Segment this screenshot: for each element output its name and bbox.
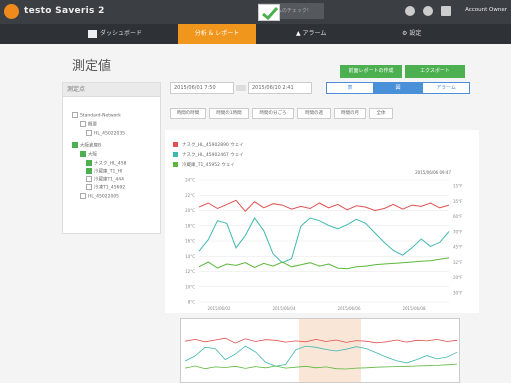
- y2-tick-label: 30°F: [453, 290, 463, 295]
- x-tick-label: 2015/06/02: [207, 306, 231, 311]
- tree-checkbox[interactable]: [72, 112, 78, 118]
- tree-item-label: 概要: [88, 122, 97, 128]
- tree-item-label: 大阪倉庫B: [80, 143, 102, 149]
- account-menu[interactable]: Account Owner: [465, 7, 507, 13]
- tree-checkbox[interactable]: [86, 176, 92, 182]
- tree-checkbox[interactable]: [86, 160, 92, 166]
- tree-checkbox[interactable]: [80, 193, 86, 199]
- tree-item[interactable]: 冷凍T1_45692: [86, 184, 125, 191]
- y-tick-label: 8°C: [188, 300, 196, 305]
- nav-settings-label: 設定: [409, 30, 422, 37]
- nav-alarms-label: アラーム: [302, 30, 327, 37]
- dashboard-icon: [88, 29, 97, 38]
- series-line[interactable]: [198, 199, 450, 212]
- nav-dashboard[interactable]: ダッシュボード: [88, 24, 158, 44]
- app-title: testo Saveris 2: [24, 6, 105, 16]
- tree-item[interactable]: 冷蔵庫T1_444: [86, 176, 124, 183]
- range-button[interactable]: 時間の1時間: [209, 108, 249, 119]
- mail-icon[interactable]: [441, 6, 451, 16]
- gear-icon: ⚙: [402, 30, 408, 37]
- tree-item-label: HL_45022035: [94, 131, 126, 137]
- tree-checkbox[interactable]: [72, 142, 78, 148]
- nav-dashboard-label: ダッシュボード: [100, 30, 143, 37]
- range-button[interactable]: 時間の月: [334, 108, 366, 119]
- tree-checkbox[interactable]: [80, 151, 86, 157]
- nav-reports-label: 分析 & レポート: [194, 30, 240, 37]
- navigator-selection[interactable]: [299, 319, 361, 383]
- tree-item[interactable]: 概要: [80, 121, 97, 128]
- main-nav: ダッシュボード 分析 & レポート ▲ アラーム ⚙ 設定: [0, 24, 511, 44]
- panel-title: 測定点: [63, 83, 160, 97]
- timestamp-label: 2015/06/06 09:47: [415, 170, 451, 175]
- testo-logo-icon: [4, 4, 19, 19]
- chart-area: ナスク_HL_45902890 ウェイ ナスク_HL_45902467 ウェイ …: [165, 130, 479, 313]
- settings-icon[interactable]: [405, 6, 415, 16]
- y-tick-label: 12°C: [185, 269, 195, 274]
- create-report-button[interactable]: 前面レポートの作成: [340, 65, 402, 78]
- chart-navigator[interactable]: [180, 318, 460, 383]
- y2-tick-label: 45°F: [453, 245, 463, 250]
- y2-tick-label: 32°F: [453, 260, 463, 265]
- navigator-chart: [184, 319, 458, 383]
- y2-tick-label: 15°F: [453, 184, 463, 189]
- tree-item[interactable]: HL_45022035: [86, 130, 125, 137]
- range-button[interactable]: 時間の分ごろ: [252, 108, 294, 119]
- tree-item-label: 冷蔵庫T1_444: [94, 177, 124, 183]
- tree-checkbox[interactable]: [80, 121, 86, 127]
- tree-checkbox[interactable]: [86, 184, 92, 190]
- tree-item-label: 冷凍T1_45692: [94, 185, 126, 191]
- nav-settings[interactable]: ⚙ 設定: [402, 24, 452, 44]
- y2-tick-label: 35°F: [453, 199, 463, 204]
- x-tick-label: 2015/06/04: [272, 306, 296, 311]
- series-line[interactable]: [198, 217, 450, 264]
- tree-item[interactable]: 大阪: [80, 151, 97, 158]
- y2-tick-label: 20°F: [453, 275, 463, 280]
- tree-item[interactable]: Standard-Network: [72, 112, 121, 119]
- tree-item[interactable]: 大阪倉庫B: [72, 142, 101, 149]
- top-bar: testo Saveris 2 システムのチェック! Account Owner: [0, 0, 511, 24]
- x-tick-label: 2015/06/06: [337, 306, 361, 311]
- tree-item-label: 冷蔵庫_T1_HI: [94, 169, 123, 175]
- tree-item[interactable]: ナスク_HL_458: [86, 160, 126, 167]
- range-button[interactable]: 全体: [369, 108, 393, 119]
- y-tick-label: 14°C: [185, 254, 195, 259]
- y-tick-label: 16°C: [185, 239, 195, 244]
- y-tick-label: 24°C: [185, 178, 195, 183]
- y-tick-label: 10°C: [185, 284, 195, 289]
- nav-reports[interactable]: 分析 & レポート: [178, 24, 256, 44]
- tree-item-label: Standard-Network: [80, 113, 121, 119]
- y-tick-label: 22°C: [185, 193, 195, 198]
- tree-item-label: HL_45022005: [88, 194, 120, 200]
- y-tick-label: 20°C: [185, 208, 195, 213]
- top-icons: [405, 6, 451, 16]
- tree-item-label: 大阪: [88, 152, 97, 158]
- tree-item[interactable]: 冷蔵庫_T1_HI: [86, 168, 122, 175]
- date-to-input[interactable]: 2015/06/10 2:41: [248, 82, 312, 94]
- y-tick-label: 18°C: [185, 223, 195, 228]
- range-button[interactable]: 時間の週: [297, 108, 331, 119]
- x-tick-label: 2015/06/08: [402, 306, 426, 311]
- view-table-button[interactable]: 表: [326, 82, 374, 94]
- nav-alarms[interactable]: ▲ アラーム: [296, 24, 356, 44]
- view-alarm-button[interactable]: アラーム: [422, 82, 470, 94]
- tree-item-label: ナスク_HL_458: [94, 161, 127, 167]
- temperature-chart[interactable]: 24°C 22°C 20°C 18°C 16°C 14°C 12°C 10°C 8°C 15°F 3…: [165, 130, 479, 313]
- export-button[interactable]: エクスポート: [405, 65, 465, 78]
- tree-checkbox[interactable]: [86, 168, 92, 174]
- status-check-icon: [258, 4, 280, 21]
- tree-item[interactable]: HL_45022005: [80, 193, 119, 200]
- series-line[interactable]: [198, 257, 450, 270]
- y2-tick-label: 70°F: [453, 229, 463, 234]
- range-button[interactable]: 時間の時間: [170, 108, 206, 119]
- bell-icon: ▲: [296, 30, 301, 37]
- page-title: 測定値: [72, 59, 112, 74]
- help-icon[interactable]: [423, 6, 433, 16]
- date-from-input[interactable]: 2015/06/01 7:50: [170, 82, 234, 94]
- y2-tick-label: 60°F: [453, 214, 463, 219]
- date-separator: [236, 85, 246, 91]
- measuring-points-panel: 測定点: [62, 82, 161, 234]
- tree-checkbox[interactable]: [86, 130, 92, 136]
- view-chart-button[interactable]: 図: [374, 82, 422, 94]
